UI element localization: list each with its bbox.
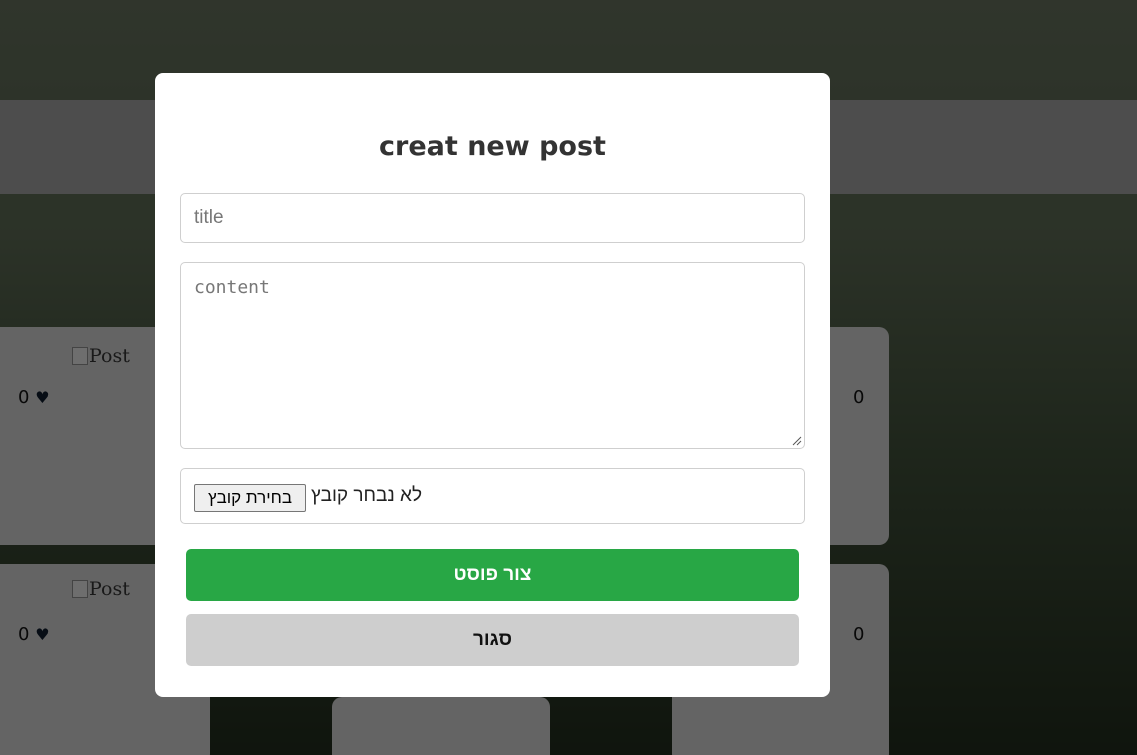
content-textarea[interactable]: content [180,262,805,449]
modal-title: creat new post [379,131,606,162]
title-input[interactable]: title [180,193,805,243]
close-button[interactable]: סגור [186,614,799,666]
create-post-button[interactable]: צור פוסט [186,549,799,601]
file-input-field: בחירת קובץ לא נבחר קובץ [180,468,805,524]
choose-file-button[interactable]: בחירת קובץ [194,484,306,512]
title-placeholder: title [194,207,224,228]
content-placeholder: content [194,277,270,298]
file-status-text: לא נבחר קובץ [311,485,423,506]
create-post-modal: creat new post title content בחירת קובץ … [155,73,830,697]
resize-handle-icon[interactable] [792,436,802,446]
